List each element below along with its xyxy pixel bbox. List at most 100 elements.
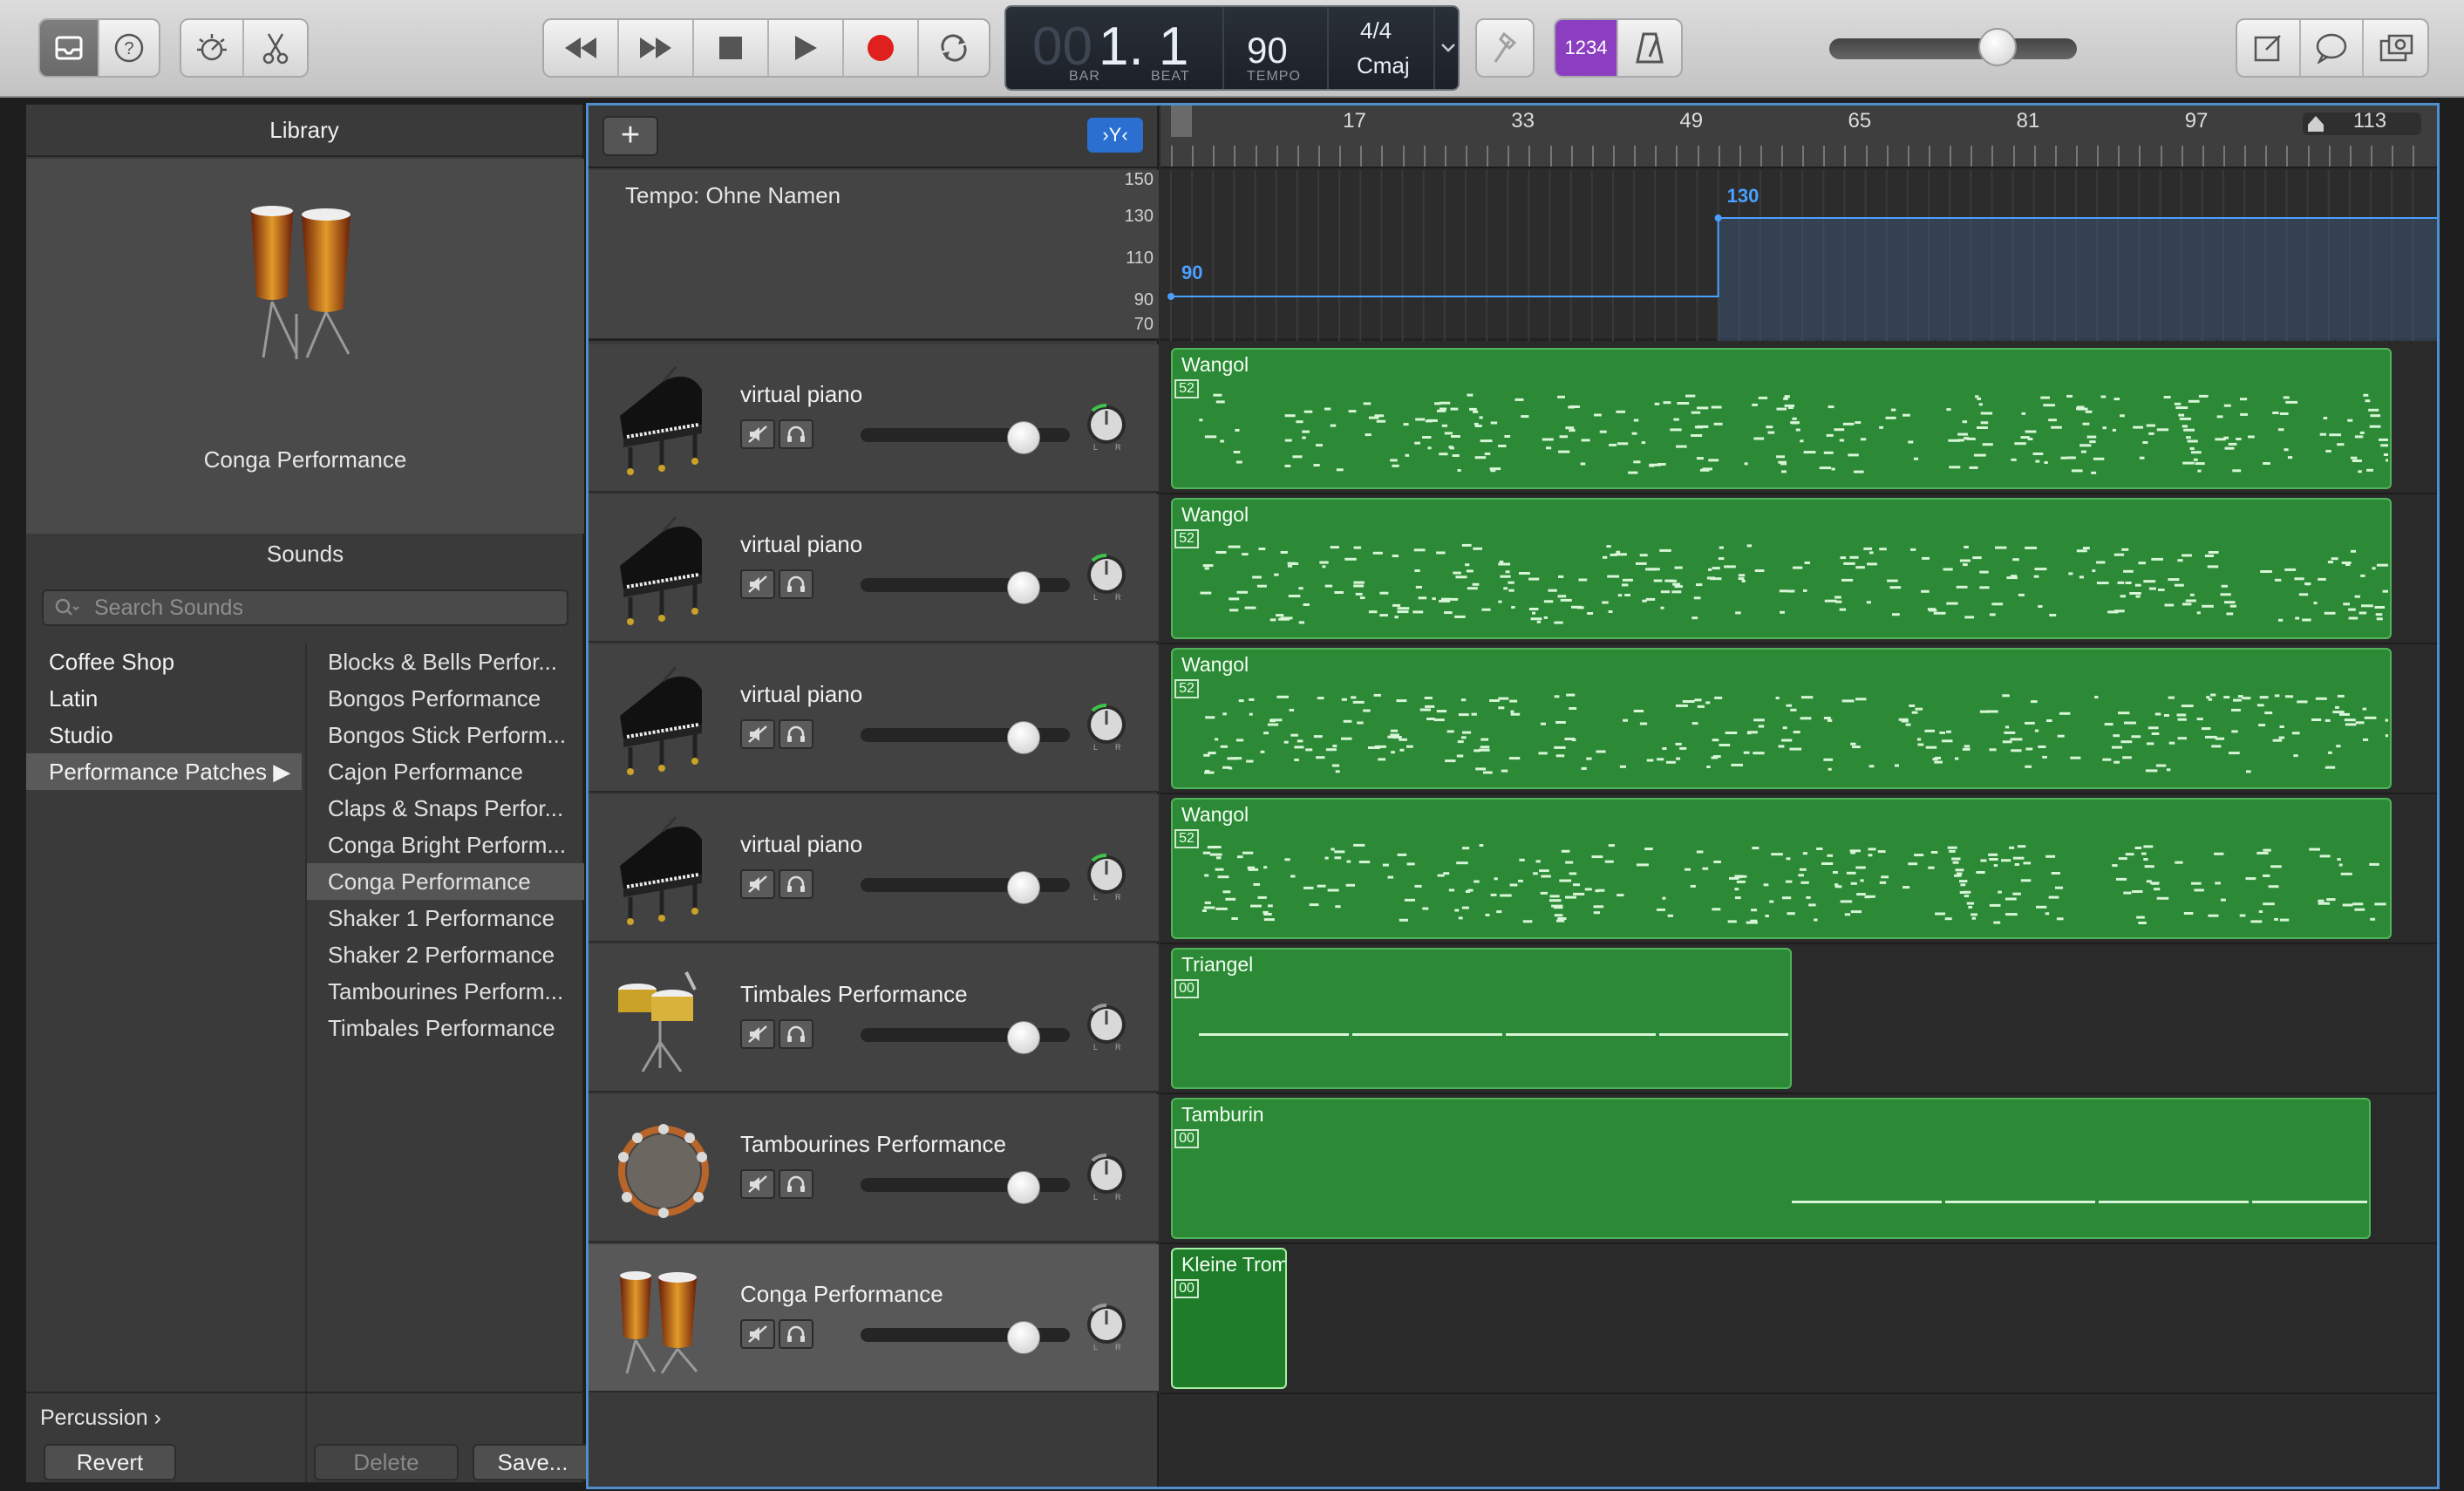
track-lane[interactable]: Wangol 52 bbox=[1161, 794, 2437, 944]
mute-icon[interactable] bbox=[740, 719, 775, 749]
add-track-button[interactable]: + bbox=[602, 116, 658, 156]
track-lane[interactable]: Wangol 52 bbox=[1161, 344, 2437, 494]
track-header[interactable]: Tambourines Performance L R bbox=[589, 1094, 1159, 1242]
headphones-icon[interactable] bbox=[779, 1019, 813, 1049]
metronome-icon[interactable] bbox=[1618, 20, 1681, 76]
track-header[interactable]: virtual piano L R bbox=[589, 644, 1159, 793]
pan-knob[interactable]: LR bbox=[1082, 1152, 1131, 1201]
category-item[interactable]: Coffee Shop bbox=[26, 643, 302, 680]
playhead-marker[interactable] bbox=[1171, 106, 1192, 137]
pan-knob[interactable]: LR bbox=[1082, 402, 1131, 451]
track-name[interactable]: Tambourines Performance bbox=[740, 1131, 1006, 1158]
mute-icon[interactable] bbox=[740, 1019, 775, 1049]
mute-icon[interactable] bbox=[740, 1319, 775, 1349]
sound-item[interactable]: Claps & Snaps Perfor... bbox=[307, 790, 584, 827]
search-sounds-field[interactable]: Search Sounds bbox=[42, 589, 568, 626]
category-item[interactable]: Studio bbox=[26, 717, 302, 753]
help-icon[interactable]: ? bbox=[99, 20, 159, 76]
mute-icon[interactable] bbox=[740, 1169, 775, 1199]
lcd-chevron-down-icon[interactable] bbox=[1437, 7, 1460, 89]
delete-button[interactable]: Delete bbox=[314, 1444, 459, 1481]
record-icon[interactable] bbox=[844, 20, 919, 76]
master-volume-thumb[interactable] bbox=[1978, 28, 2018, 66]
catch-playhead-button[interactable]: ›Y‹ bbox=[1087, 118, 1143, 153]
mute-icon[interactable] bbox=[740, 869, 775, 899]
cycle-icon[interactable] bbox=[919, 20, 989, 76]
track-lane[interactable]: Tamburin 00 bbox=[1161, 1094, 2437, 1244]
track-lane[interactable]: Triangel 00 bbox=[1161, 944, 2437, 1094]
pan-knob[interactable]: LR bbox=[1082, 852, 1131, 901]
sound-item[interactable]: Bongos Stick Perform... bbox=[307, 717, 584, 753]
sound-item[interactable]: Cajon Performance bbox=[307, 753, 584, 790]
track-lane[interactable]: Wangol 52 bbox=[1161, 644, 2437, 794]
sound-item[interactable]: Conga Bright Perform... bbox=[307, 827, 584, 863]
sound-item[interactable]: Bongos Performance bbox=[307, 680, 584, 717]
headphones-icon[interactable] bbox=[779, 1169, 813, 1199]
sound-item[interactable]: Blocks & Bells Perfor... bbox=[307, 643, 584, 680]
volume-thumb[interactable] bbox=[1007, 1321, 1041, 1354]
tempo-track-header[interactable]: Tempo: Ohne Namen 150 130 110 90 70 bbox=[589, 170, 1159, 341]
track-name[interactable]: Timbales Performance bbox=[740, 981, 968, 1008]
track-header[interactable]: Conga Performance L R bbox=[589, 1244, 1159, 1392]
signature-display[interactable]: 4/4 Cmaj bbox=[1329, 7, 1435, 89]
sound-item[interactable]: Timbales Performance bbox=[307, 1010, 584, 1046]
tempo-curve[interactable]: 90 130 bbox=[1161, 170, 2437, 341]
pan-knob[interactable]: LR bbox=[1082, 1302, 1131, 1351]
revert-button[interactable]: Revert bbox=[44, 1444, 176, 1481]
volume-thumb[interactable] bbox=[1007, 1021, 1041, 1054]
category-item[interactable]: Latin bbox=[26, 680, 302, 717]
volume-thumb[interactable] bbox=[1007, 571, 1041, 604]
pan-knob[interactable]: LR bbox=[1082, 1002, 1131, 1051]
sound-item[interactable]: Conga Performance bbox=[307, 863, 584, 900]
midi-region[interactable]: Wangol 52 bbox=[1171, 648, 2393, 789]
smart-controls-icon[interactable] bbox=[181, 20, 245, 76]
search-input[interactable]: Search Sounds bbox=[94, 596, 243, 621]
headphones-icon[interactable] bbox=[779, 719, 813, 749]
headphones-icon[interactable] bbox=[779, 1319, 813, 1349]
percussion-breadcrumb[interactable]: Percussion › bbox=[40, 1406, 161, 1431]
track-lane[interactable]: Kleine Trom 00 bbox=[1161, 1244, 2437, 1394]
volume-thumb[interactable] bbox=[1007, 1171, 1041, 1204]
loop-browser-icon[interactable] bbox=[2301, 20, 2365, 76]
headphones-icon[interactable] bbox=[779, 569, 813, 599]
play-icon[interactable] bbox=[769, 20, 844, 76]
midi-region[interactable]: Triangel 00 bbox=[1171, 948, 1793, 1089]
library-icon[interactable] bbox=[40, 20, 100, 76]
track-header[interactable]: virtual piano L R bbox=[589, 794, 1159, 943]
track-name[interactable]: virtual piano bbox=[740, 681, 862, 708]
pan-knob[interactable]: LR bbox=[1082, 702, 1131, 751]
sound-item[interactable]: Shaker 2 Performance bbox=[307, 936, 584, 973]
fast-forward-icon[interactable] bbox=[619, 20, 694, 76]
track-name[interactable]: virtual piano bbox=[740, 531, 862, 558]
headphones-icon[interactable] bbox=[779, 869, 813, 899]
mute-icon[interactable] bbox=[740, 569, 775, 599]
tempo-point[interactable] bbox=[1167, 293, 1174, 300]
midi-region[interactable]: Wangol 52 bbox=[1171, 348, 2393, 489]
media-browser-icon[interactable] bbox=[2364, 20, 2427, 76]
mute-icon[interactable] bbox=[740, 419, 775, 449]
volume-thumb[interactable] bbox=[1007, 721, 1041, 754]
sound-item[interactable]: Shaker 1 Performance bbox=[307, 900, 584, 936]
midi-region[interactable]: Wangol 52 bbox=[1171, 798, 2393, 939]
position-display[interactable]: 00 1. 1 BAR BEAT bbox=[1006, 7, 1224, 89]
scissors-icon[interactable] bbox=[244, 20, 307, 76]
track-header[interactable]: Timbales Performance L R bbox=[589, 944, 1159, 1093]
tempo-point[interactable] bbox=[1714, 214, 1722, 221]
category-item[interactable]: Performance Patches ▶ bbox=[26, 753, 302, 790]
lcd-display[interactable]: 00 1. 1 BAR BEAT 90 TEMPO 4/4 Cmaj bbox=[1004, 5, 1460, 91]
midi-region[interactable]: Wangol 52 bbox=[1171, 498, 2393, 639]
sound-item[interactable]: Tambourines Perform... bbox=[307, 973, 584, 1010]
zoom-thumb-icon[interactable] bbox=[2306, 114, 2325, 133]
save-button[interactable]: Save... bbox=[473, 1444, 593, 1481]
track-name[interactable]: virtual piano bbox=[740, 831, 862, 858]
rewind-icon[interactable] bbox=[544, 20, 619, 76]
pan-knob[interactable]: LR bbox=[1082, 552, 1131, 601]
volume-thumb[interactable] bbox=[1007, 871, 1041, 904]
headphones-icon[interactable] bbox=[779, 419, 813, 449]
count-in-button[interactable]: 1234 bbox=[1555, 20, 1619, 76]
track-header[interactable]: virtual piano L R bbox=[589, 494, 1159, 643]
track-name[interactable]: Conga Performance bbox=[740, 1281, 943, 1308]
notepad-icon[interactable] bbox=[2237, 20, 2301, 76]
track-header[interactable]: virtual piano L R bbox=[589, 344, 1159, 493]
bar-ruler[interactable]: 1173349658197113 bbox=[1161, 106, 2437, 168]
